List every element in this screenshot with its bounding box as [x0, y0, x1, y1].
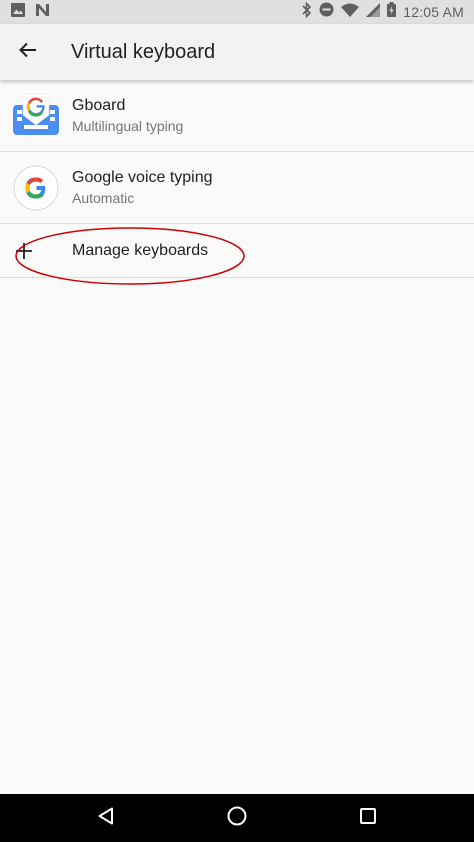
nav-recents-button[interactable]: [338, 794, 398, 842]
battery-icon: [387, 2, 397, 22]
google-g-icon: [0, 165, 72, 211]
screen: 12:05 AM Virtual keyboard Gboard Multili…: [0, 0, 474, 842]
back-button[interactable]: [0, 24, 56, 80]
do-not-disturb-icon: [319, 2, 334, 22]
signal-icon: [366, 2, 381, 22]
keyboard-list: Gboard Multilingual typing Google voice …: [0, 80, 474, 278]
item-subtitle: Automatic: [72, 189, 135, 206]
back-triangle-icon: [98, 807, 114, 830]
image-icon: [11, 2, 25, 22]
wifi-icon: [341, 3, 360, 22]
gboard-icon: [0, 93, 72, 139]
status-bar: 12:05 AM: [0, 0, 474, 24]
item-title: Google voice typing: [72, 168, 213, 186]
list-item-gboard[interactable]: Gboard Multilingual typing: [0, 80, 474, 152]
home-circle-icon: [227, 806, 247, 831]
status-time: 12:05 AM: [403, 4, 464, 20]
page-title: Virtual keyboard: [71, 40, 216, 63]
item-title: Gboard: [72, 96, 126, 114]
n-notification-icon: [35, 3, 50, 22]
nav-back-button[interactable]: [76, 794, 136, 842]
app-toolbar: Virtual keyboard: [0, 24, 474, 80]
list-item-google-voice-typing[interactable]: Google voice typing Automatic: [0, 152, 474, 224]
item-subtitle: Multilingual typing: [72, 117, 184, 134]
plus-icon: [0, 242, 72, 260]
list-item-manage-keyboards[interactable]: Manage keyboards: [0, 224, 474, 278]
nav-home-button[interactable]: [207, 794, 267, 842]
recents-square-icon: [360, 807, 377, 829]
bluetooth-icon: [302, 1, 312, 23]
arrow-back-icon: [19, 42, 37, 63]
item-title: Manage keyboards: [72, 241, 209, 259]
navigation-bar: [0, 794, 474, 842]
